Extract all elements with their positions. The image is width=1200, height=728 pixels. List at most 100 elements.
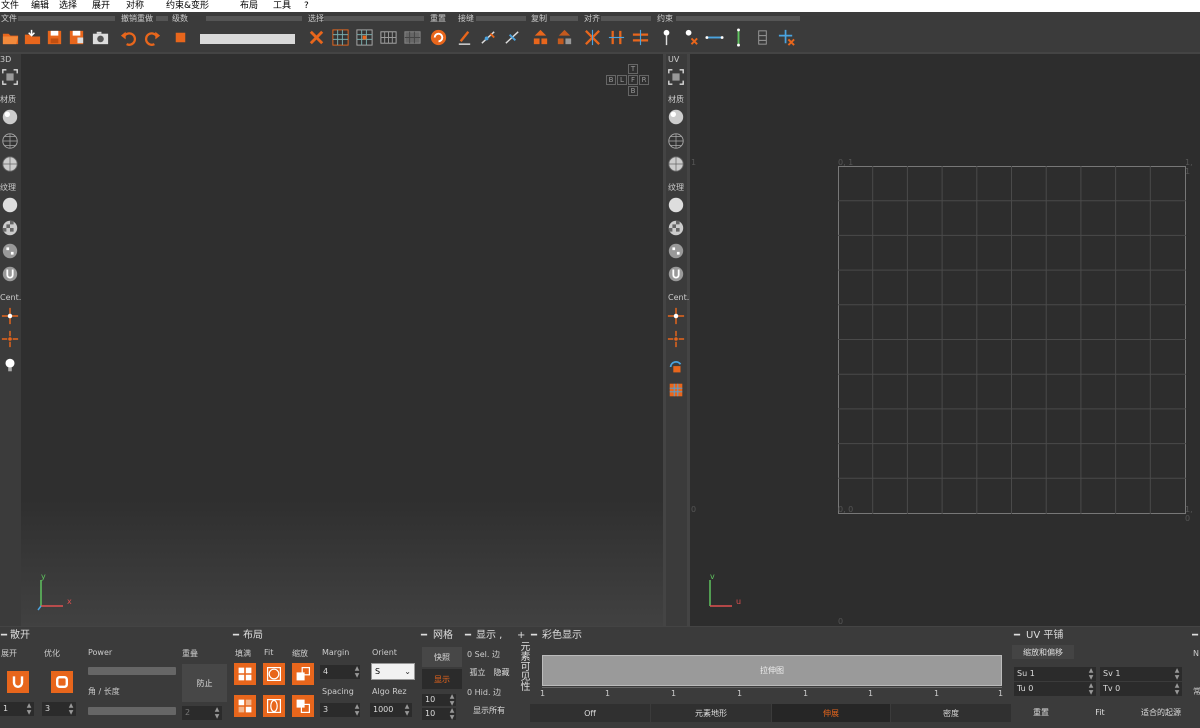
hide-button[interactable]: 隐藏 bbox=[490, 664, 513, 680]
view-cube-right[interactable]: R bbox=[639, 75, 649, 85]
prevent-overlap-button[interactable]: 防止 bbox=[182, 664, 227, 702]
save-button[interactable] bbox=[44, 27, 65, 48]
scale-button[interactable] bbox=[292, 663, 314, 685]
tv-input[interactable]: Tv 0 bbox=[1100, 682, 1182, 696]
uv-center-selection-button[interactable] bbox=[667, 330, 685, 348]
margin-spinner[interactable]: ▲ ▼ bbox=[354, 665, 360, 679]
algo-rez-spinner[interactable]: ▲ ▼ bbox=[404, 703, 410, 717]
view-cube-top[interactable]: T bbox=[628, 64, 638, 74]
uv-tile-button[interactable] bbox=[667, 381, 685, 399]
display-collapse-icon[interactable]: ━ bbox=[465, 629, 471, 642]
select-islands-button[interactable] bbox=[402, 27, 423, 48]
sv-spinner[interactable]: ▲ ▼ bbox=[1174, 667, 1180, 681]
texture-custom-button[interactable] bbox=[1, 265, 19, 283]
optimize-button[interactable] bbox=[51, 671, 73, 693]
fill-button[interactable] bbox=[234, 663, 256, 685]
frame-3d-button[interactable] bbox=[1, 68, 19, 86]
unfold-collapse-icon[interactable]: ━ bbox=[1, 629, 7, 642]
weld-seam-button[interactable] bbox=[478, 27, 499, 48]
su-input[interactable]: Su 1 bbox=[1014, 667, 1096, 681]
menu-file[interactable]: 文件 bbox=[1, 0, 19, 12]
show-all-button[interactable]: 显示所有 bbox=[466, 702, 512, 718]
sv-input[interactable]: Sv 1 bbox=[1100, 667, 1182, 681]
unfold-iterations-spinner[interactable]: ▲ ▼ bbox=[26, 702, 32, 716]
grid-u-spinner[interactable]: ▲ ▼ bbox=[449, 693, 455, 707]
save-as-button[interactable] bbox=[66, 27, 87, 48]
layout-collapse-icon[interactable]: ━ bbox=[233, 629, 239, 642]
tu-input[interactable]: Tu 0 bbox=[1014, 682, 1096, 696]
frame-uv-button[interactable] bbox=[667, 68, 685, 86]
undo-button[interactable] bbox=[118, 27, 139, 48]
optimize-iterations-spinner[interactable]: ▲ ▼ bbox=[68, 702, 74, 716]
power-slider[interactable] bbox=[88, 667, 176, 675]
material-shaded-button[interactable] bbox=[1, 108, 19, 126]
menu-select[interactable]: 选择 bbox=[59, 0, 77, 12]
uv-texture-custom-button[interactable] bbox=[667, 265, 685, 283]
menu-tools[interactable]: 工具 bbox=[273, 0, 291, 12]
grid-snap-button[interactable]: 快照 bbox=[422, 647, 462, 667]
straighten-button[interactable] bbox=[752, 27, 773, 48]
view-cube-front[interactable]: F bbox=[628, 75, 638, 85]
unpin-button[interactable] bbox=[680, 27, 701, 48]
uvtile-collapse-icon[interactable]: ━ bbox=[1014, 629, 1020, 642]
center-pivot-button[interactable] bbox=[1, 307, 19, 325]
cut-seam-button[interactable] bbox=[454, 27, 475, 48]
uv-material-shaded-button[interactable] bbox=[667, 108, 685, 126]
texture-numbers-button[interactable] bbox=[1, 242, 19, 260]
select-inverse-button[interactable] bbox=[354, 27, 375, 48]
viewport-3d[interactable]: T B L F R B y x bbox=[21, 54, 663, 626]
overlap-value-spinner[interactable]: ▲ ▼ bbox=[214, 706, 220, 720]
vertical-constraint-button[interactable] bbox=[728, 27, 749, 48]
uv-lock-button[interactable] bbox=[667, 358, 685, 376]
view-cube-left[interactable]: L bbox=[617, 75, 627, 85]
menu-unfold[interactable]: 展开 bbox=[92, 0, 110, 12]
uv-texture-none-button[interactable] bbox=[667, 196, 685, 214]
uvtile-fit-button[interactable]: Fit bbox=[1071, 703, 1129, 721]
material-both-button[interactable] bbox=[1, 155, 19, 173]
grid-show-button[interactable]: 显示 bbox=[422, 669, 462, 689]
tv-spinner[interactable]: ▲ ▼ bbox=[1174, 682, 1180, 696]
viewport-uv[interactable]: 0, 1 1, 1 0, 0 1, 0 1 0 0 v u bbox=[690, 54, 1200, 626]
menu-edit[interactable]: 编辑 bbox=[31, 0, 49, 12]
uv-center-pivot-button[interactable] bbox=[667, 307, 685, 325]
scale-offset-tab[interactable]: 缩放和偏移 bbox=[1012, 645, 1074, 659]
orient-select[interactable]: S ⌄ bbox=[371, 663, 415, 680]
deselect-button[interactable] bbox=[306, 27, 327, 48]
color-mode-density-button[interactable]: 密度 bbox=[891, 704, 1011, 722]
texture-checker-button[interactable] bbox=[1, 219, 19, 237]
uvtile-fit-origin-button[interactable]: 适合的起源 bbox=[1130, 703, 1192, 721]
tu-spinner[interactable]: ▲ ▼ bbox=[1088, 682, 1094, 696]
view-cube[interactable]: T B L F R B bbox=[606, 64, 650, 100]
levels-progress-bar[interactable] bbox=[200, 34, 295, 44]
seam-tool-button[interactable] bbox=[502, 27, 523, 48]
redo-button[interactable] bbox=[142, 27, 163, 48]
reset-button[interactable] bbox=[428, 27, 449, 48]
grid-v-spinner[interactable]: ▲ ▼ bbox=[449, 707, 455, 721]
spacing-spinner[interactable]: ▲ ▼ bbox=[354, 703, 360, 717]
select-all-button[interactable] bbox=[330, 27, 351, 48]
view-cube-back[interactable]: B bbox=[606, 75, 616, 85]
screenshot-button[interactable] bbox=[90, 27, 111, 48]
unfold-button[interactable] bbox=[7, 671, 29, 693]
stop-button[interactable] bbox=[170, 27, 191, 48]
uv-material-wire-button[interactable] bbox=[667, 132, 685, 150]
uv-texture-numbers-button[interactable] bbox=[667, 242, 685, 260]
su-spinner[interactable]: ▲ ▼ bbox=[1088, 667, 1094, 681]
uvtile-reset-button[interactable]: 重置 bbox=[1012, 703, 1070, 721]
grid-collapse-icon[interactable]: ━ bbox=[421, 629, 427, 642]
import-file-button[interactable] bbox=[22, 27, 43, 48]
select-edges-button[interactable] bbox=[378, 27, 399, 48]
menu-constraints[interactable]: 约束&变形 bbox=[166, 0, 209, 12]
align-center-button[interactable] bbox=[630, 27, 651, 48]
align-vertical-button[interactable] bbox=[606, 27, 627, 48]
pin-button[interactable] bbox=[656, 27, 677, 48]
uv-texture-checker-button[interactable] bbox=[667, 219, 685, 237]
scale-alt-button[interactable] bbox=[292, 695, 314, 717]
menu-help[interactable]: ? bbox=[304, 0, 309, 12]
fill-alt-button[interactable] bbox=[234, 695, 256, 717]
copy-shape-button[interactable] bbox=[554, 27, 575, 48]
extra-collapse-icon[interactable]: ━ bbox=[1192, 629, 1198, 642]
view-cube-bottom[interactable]: B bbox=[628, 86, 638, 96]
color-mode-off-button[interactable]: Off bbox=[530, 704, 650, 722]
horizontal-constraint-button[interactable] bbox=[704, 27, 725, 48]
